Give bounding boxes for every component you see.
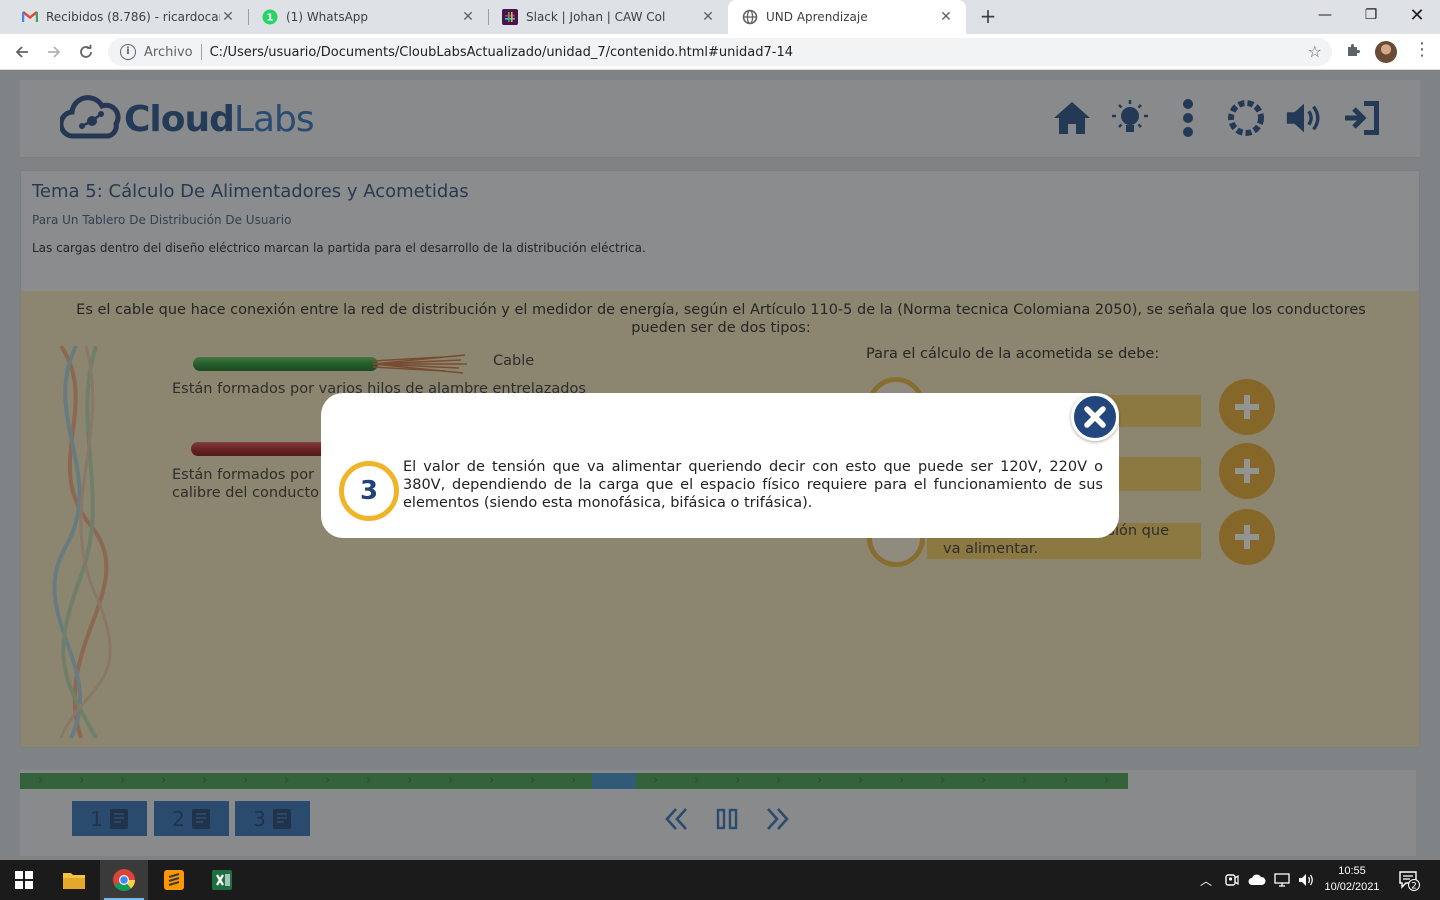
clock-time: 10:55 <box>1338 865 1366 877</box>
notification-count: 2 <box>1411 882 1417 892</box>
taskbar-clock[interactable]: 10:55 10/02/2021 <box>1318 863 1386 895</box>
tab-title: Recibidos (8.786) - ricardocardona <box>46 10 220 24</box>
new-tab-button[interactable]: + <box>976 4 1000 28</box>
folder-icon <box>63 873 85 889</box>
sublime-icon <box>164 870 184 890</box>
chrome-taskbar-button[interactable] <box>100 860 148 900</box>
tab-und-aprendizaje[interactable]: UND Aprendizaje ✕ <box>728 0 966 34</box>
step-detail-text: El valor de tensión que va alimentar que… <box>403 459 1103 511</box>
tab-slack[interactable]: Slack | Johan | CAW Col ✕ <box>488 0 728 34</box>
omnibox-divider <box>200 44 202 60</box>
site-info-label: Archivo <box>144 44 193 60</box>
url-text: C:/Users/usuario/Documents/CloubLabsActu… <box>209 44 793 60</box>
windows-icon <box>15 871 33 889</box>
minimize-button[interactable]: — <box>1302 0 1348 30</box>
chrome-icon <box>113 869 136 891</box>
close-icon <box>1084 406 1106 428</box>
chevron-up-icon[interactable]: ︿ <box>1200 872 1212 889</box>
sublime-text-button[interactable] <box>150 860 198 900</box>
modal-close-button[interactable] <box>1071 393 1119 441</box>
browser-toolbar: i Archivo C:/Users/usuario/Documents/Clo… <box>0 34 1440 70</box>
extensions-icon[interactable] <box>1345 42 1361 62</box>
slack-icon <box>502 9 518 25</box>
menu-dots-icon[interactable]: ⋮ <box>1413 39 1431 60</box>
windows-taskbar: ︿ 10:55 10/02/2021 2 <box>0 860 1440 900</box>
onedrive-icon[interactable] <box>1248 873 1266 887</box>
close-tab-icon[interactable]: ✕ <box>700 9 716 25</box>
step-detail-modal: 3 El valor de tensión que va alimentar q… <box>321 393 1119 538</box>
close-tab-icon[interactable]: ✕ <box>460 9 476 25</box>
browser-tab-strip: Recibidos (8.786) - ricardocardona ✕ 1 (… <box>0 0 1440 34</box>
tab-whatsapp[interactable]: 1 (1) WhatsApp ✕ <box>248 0 488 34</box>
info-icon[interactable]: i <box>120 44 136 60</box>
network-icon[interactable] <box>1274 872 1290 888</box>
close-tab-icon[interactable]: ✕ <box>938 9 954 25</box>
bookmark-star-icon[interactable]: ☆ <box>1308 42 1322 61</box>
volume-tray-icon[interactable] <box>1298 872 1314 888</box>
close-tab-icon[interactable]: ✕ <box>220 9 236 25</box>
excel-icon <box>212 870 232 890</box>
arrow-left-icon <box>15 46 28 58</box>
tab-title: Slack | Johan | CAW Col <box>526 10 666 24</box>
globe-icon <box>742 9 758 25</box>
svg-text:1: 1 <box>267 13 274 24</box>
maximize-button[interactable]: ❐ <box>1348 0 1394 30</box>
close-window-button[interactable]: ✕ <box>1394 0 1440 30</box>
address-bar[interactable]: i Archivo C:/Users/usuario/Documents/Clo… <box>108 38 1332 66</box>
file-explorer-button[interactable] <box>50 860 98 900</box>
tab-title: UND Aprendizaje <box>766 10 868 24</box>
tab-gmail[interactable]: Recibidos (8.786) - ricardocardona ✕ <box>8 0 248 34</box>
start-button[interactable] <box>0 860 48 900</box>
clock-date: 10/02/2021 <box>1324 881 1380 893</box>
profile-avatar[interactable] <box>1375 41 1397 63</box>
meet-now-icon[interactable] <box>1224 872 1240 888</box>
back-button[interactable] <box>8 38 36 66</box>
forward-button[interactable] <box>40 38 68 66</box>
reload-icon <box>80 44 92 58</box>
whatsapp-icon: 1 <box>262 9 278 25</box>
gmail-icon <box>22 9 38 25</box>
excel-button[interactable] <box>198 860 246 900</box>
reload-button[interactable] <box>72 38 100 66</box>
notification-center-button[interactable]: 2 <box>1398 860 1420 900</box>
tab-title: (1) WhatsApp <box>286 10 369 24</box>
step-number-badge: 3 <box>339 461 399 521</box>
system-tray: ︿ <box>1200 860 1314 900</box>
arrow-right-icon <box>48 46 61 58</box>
notification-icon: 2 <box>1399 871 1420 892</box>
